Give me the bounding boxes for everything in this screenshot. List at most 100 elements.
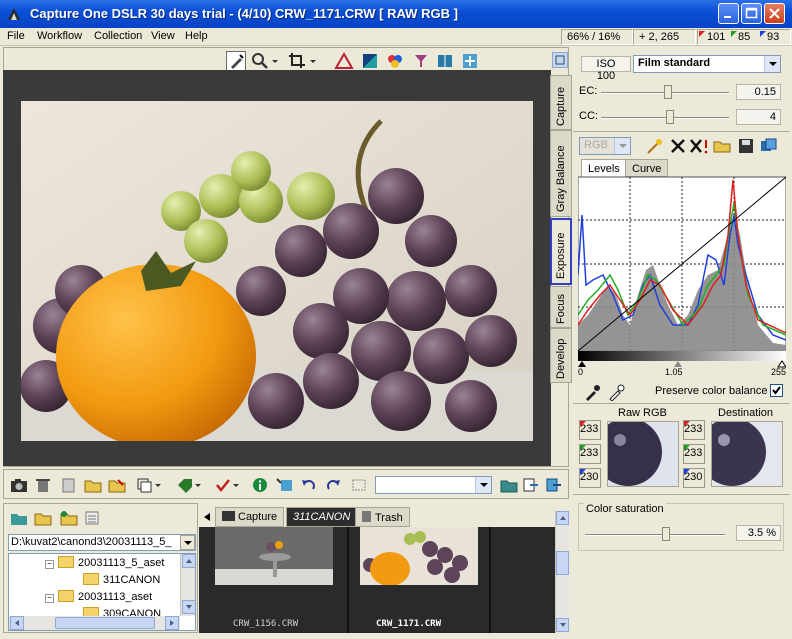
tag-icon[interactable]	[176, 477, 194, 493]
cc-slider[interactable]	[601, 117, 729, 119]
tab-focus[interactable]: Focus	[550, 286, 572, 328]
delete-icon[interactable]	[669, 137, 687, 155]
saturation-value[interactable]: 3.5 %	[736, 525, 781, 541]
black-point-picker-icon[interactable]	[583, 383, 601, 401]
path-dropdown-button[interactable]	[180, 535, 195, 550]
scroll-left-button[interactable]	[10, 616, 24, 630]
hscroll-thumb[interactable]	[55, 617, 155, 629]
tab-develop[interactable]: Develop	[550, 328, 572, 383]
arrow-left-icon[interactable]	[201, 511, 213, 523]
folder-icon[interactable]	[500, 477, 518, 493]
tab-filmstrip-trash-label: Trash	[375, 512, 403, 524]
panel-toggle-icon[interactable]	[552, 52, 568, 68]
folder-tree[interactable]: − 20031113_5_aset 311CANON − 20031113_aset…	[8, 553, 196, 631]
menu-view[interactable]: View	[151, 30, 175, 42]
crop-dropdown-icon[interactable]	[308, 51, 318, 71]
tab-exposure[interactable]: Exposure	[550, 218, 572, 285]
import-icon[interactable]	[522, 477, 540, 493]
levels-histogram[interactable]	[577, 175, 787, 385]
zoom-tool-icon[interactable]	[250, 51, 270, 71]
profile-select[interactable]: Film standard	[633, 55, 781, 73]
tree-scrollbar[interactable]	[180, 554, 195, 616]
crop-frame-icon[interactable]	[350, 477, 368, 493]
saturation-slider[interactable]	[585, 534, 725, 536]
tree-item[interactable]: − 20031113_aset	[45, 590, 152, 603]
compare-tool-icon[interactable]	[435, 51, 455, 71]
rotate-right-icon[interactable]	[324, 477, 342, 493]
menu-help[interactable]: Help	[185, 30, 208, 42]
stack-icon[interactable]	[136, 477, 154, 493]
folder-path[interactable]: D:\kuvat2\canond3\20031113_5_	[8, 534, 196, 551]
tab-filmstrip-311canon[interactable]: 311CANON	[286, 507, 358, 527]
tree-item[interactable]: − 20031113_5_aset	[45, 556, 164, 569]
collapse-icon[interactable]: −	[45, 560, 54, 569]
new-folder-icon[interactable]	[10, 510, 28, 526]
tab-capture[interactable]: Capture	[550, 75, 572, 130]
thumbnail-crw-1171[interactable]: CRW_1171.CRW	[349, 527, 489, 633]
filmstrip-scrollbar[interactable]	[555, 511, 569, 633]
tree-hscrollbar[interactable]	[9, 616, 180, 630]
save-icon[interactable]	[737, 137, 755, 155]
tag-dropdown-icon[interactable]	[194, 477, 202, 493]
menu-file[interactable]: File	[7, 30, 25, 42]
saturation-slider-thumb[interactable]	[662, 527, 670, 541]
tab-filmstrip-trash[interactable]: Trash	[355, 507, 410, 527]
stack-dropdown-icon[interactable]	[154, 477, 162, 493]
folder-process-icon[interactable]	[108, 477, 126, 493]
tab-gray-balance[interactable]: Gray Balance	[550, 130, 572, 217]
check-icon[interactable]	[214, 477, 232, 493]
open-folder-icon[interactable]	[713, 137, 733, 155]
collapse-icon[interactable]: −	[45, 594, 54, 603]
cc-slider-thumb[interactable]	[666, 110, 674, 124]
magic-wand-icon[interactable]	[645, 137, 665, 155]
tab-curve-label: Curve	[632, 163, 662, 175]
open-folder-icon[interactable]	[84, 477, 102, 493]
color-wheel-icon[interactable]	[385, 51, 405, 71]
filter-tool-icon[interactable]	[411, 51, 431, 71]
white-point-picker-icon[interactable]	[607, 383, 625, 401]
open-folder-icon[interactable]	[34, 510, 52, 526]
thumbnail-filename: CRW_1156.CRW	[233, 619, 299, 629]
warning-tool-icon[interactable]	[334, 51, 354, 71]
menu-collection[interactable]: Collection	[94, 30, 142, 42]
rotate-left-icon[interactable]	[300, 477, 318, 493]
list-view-icon[interactable]	[84, 510, 100, 526]
scroll-right-button[interactable]	[165, 616, 179, 630]
check-dropdown-icon[interactable]	[232, 477, 240, 493]
metadata-icon[interactable]	[276, 477, 294, 493]
scroll-up-button[interactable]	[556, 511, 569, 525]
menu-workflow[interactable]: Workflow	[37, 30, 82, 42]
ec-value[interactable]: 0.15	[736, 84, 781, 100]
mode-select[interactable]: RGB	[579, 137, 631, 155]
picker-tool-icon[interactable]	[226, 51, 246, 71]
scroll-up-button[interactable]	[182, 554, 195, 568]
crop-tool-icon[interactable]	[287, 51, 307, 71]
checkmark-icon	[772, 386, 781, 395]
favorite-folder-icon[interactable]	[60, 510, 78, 526]
gradient-tool-icon[interactable]	[360, 51, 380, 71]
vscroll-thumb[interactable]	[556, 551, 569, 575]
maximize-button[interactable]	[741, 3, 762, 24]
collection-select[interactable]	[375, 476, 492, 494]
scroll-down-button[interactable]	[182, 600, 195, 614]
ec-slider-thumb[interactable]	[664, 85, 672, 99]
paste-icon[interactable]	[60, 477, 78, 493]
move-tool-icon[interactable]	[460, 51, 480, 71]
cc-value[interactable]: 4	[736, 109, 781, 125]
camera-icon[interactable]	[10, 477, 28, 493]
scroll-down-button[interactable]	[556, 618, 569, 632]
tree-item[interactable]: 311CANON	[83, 573, 160, 586]
export-icon[interactable]	[545, 477, 563, 493]
info-icon[interactable]	[252, 477, 268, 493]
minimize-button[interactable]	[718, 3, 739, 24]
thumbnail-crw-1156[interactable]: CRW_1156.CRW	[199, 527, 347, 633]
tab-filmstrip-capture[interactable]: Capture	[215, 507, 285, 527]
side-tabs: Capture Gray Balance Exposure Focus Deve…	[550, 75, 572, 385]
preserve-color-checkbox[interactable]	[770, 384, 783, 397]
thumbnail-area[interactable]: CRW_1156.CRW CRW_1171.CRW	[199, 527, 555, 633]
trash-icon[interactable]	[34, 477, 52, 493]
zoom-dropdown-icon[interactable]	[270, 51, 280, 71]
delete-all-icon[interactable]	[689, 137, 709, 155]
close-button[interactable]	[764, 3, 785, 24]
copy-settings-icon[interactable]	[759, 137, 779, 155]
